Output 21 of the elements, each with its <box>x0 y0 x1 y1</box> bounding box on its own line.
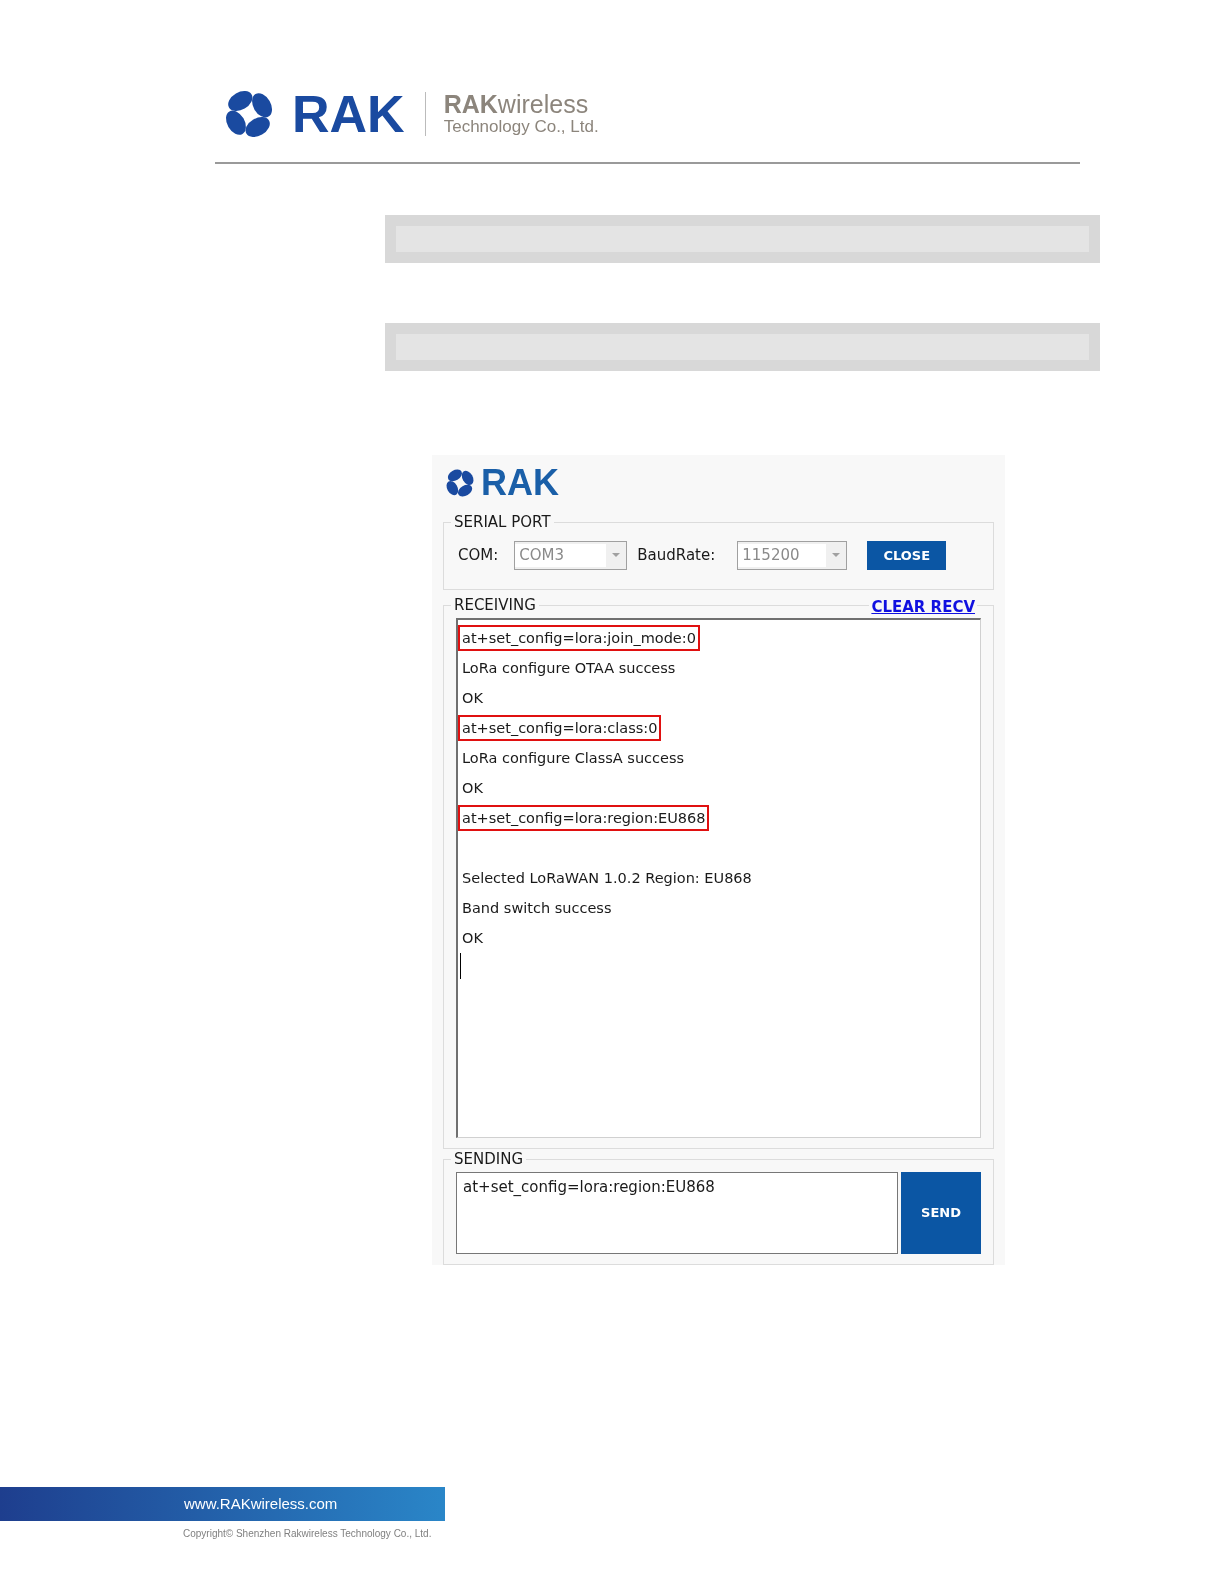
log-line: OK <box>461 688 484 708</box>
text-cursor <box>460 952 461 979</box>
website-link[interactable]: www.RAKwireless.com <box>184 1492 338 1516</box>
send-input-field[interactable]: at+set_config=lora:region:EU868 <box>456 1172 898 1255</box>
caret-icon <box>612 552 621 559</box>
log-line: Selected LoRaWAN 1.0.2 Region: EU868 <box>461 868 753 888</box>
log-line: OK <box>461 778 484 798</box>
com-label: COM: <box>458 545 499 567</box>
logo-text: RAK <box>292 88 405 140</box>
log-line: LoRa configure ClassA success <box>461 748 686 768</box>
app-logo-text: RAK <box>481 464 559 501</box>
log-line: Band switch success <box>461 898 613 918</box>
company-subtitle: Technology Co., Ltd. <box>443 117 599 137</box>
copyright-text: Copyright© Shenzhen Rakwireless Technology Co., Ltd. <box>183 1527 433 1541</box>
close-button[interactable]: CLOSE <box>867 540 947 570</box>
log-line: OK <box>461 928 484 948</box>
log-line: LoRa configure OTAA success <box>461 658 677 678</box>
send-button[interactable]: SEND <box>900 1172 981 1255</box>
baudrate-label: BaudRate: <box>637 545 716 567</box>
caret-icon <box>832 552 841 559</box>
company-name: RAKwireless <box>443 91 590 117</box>
